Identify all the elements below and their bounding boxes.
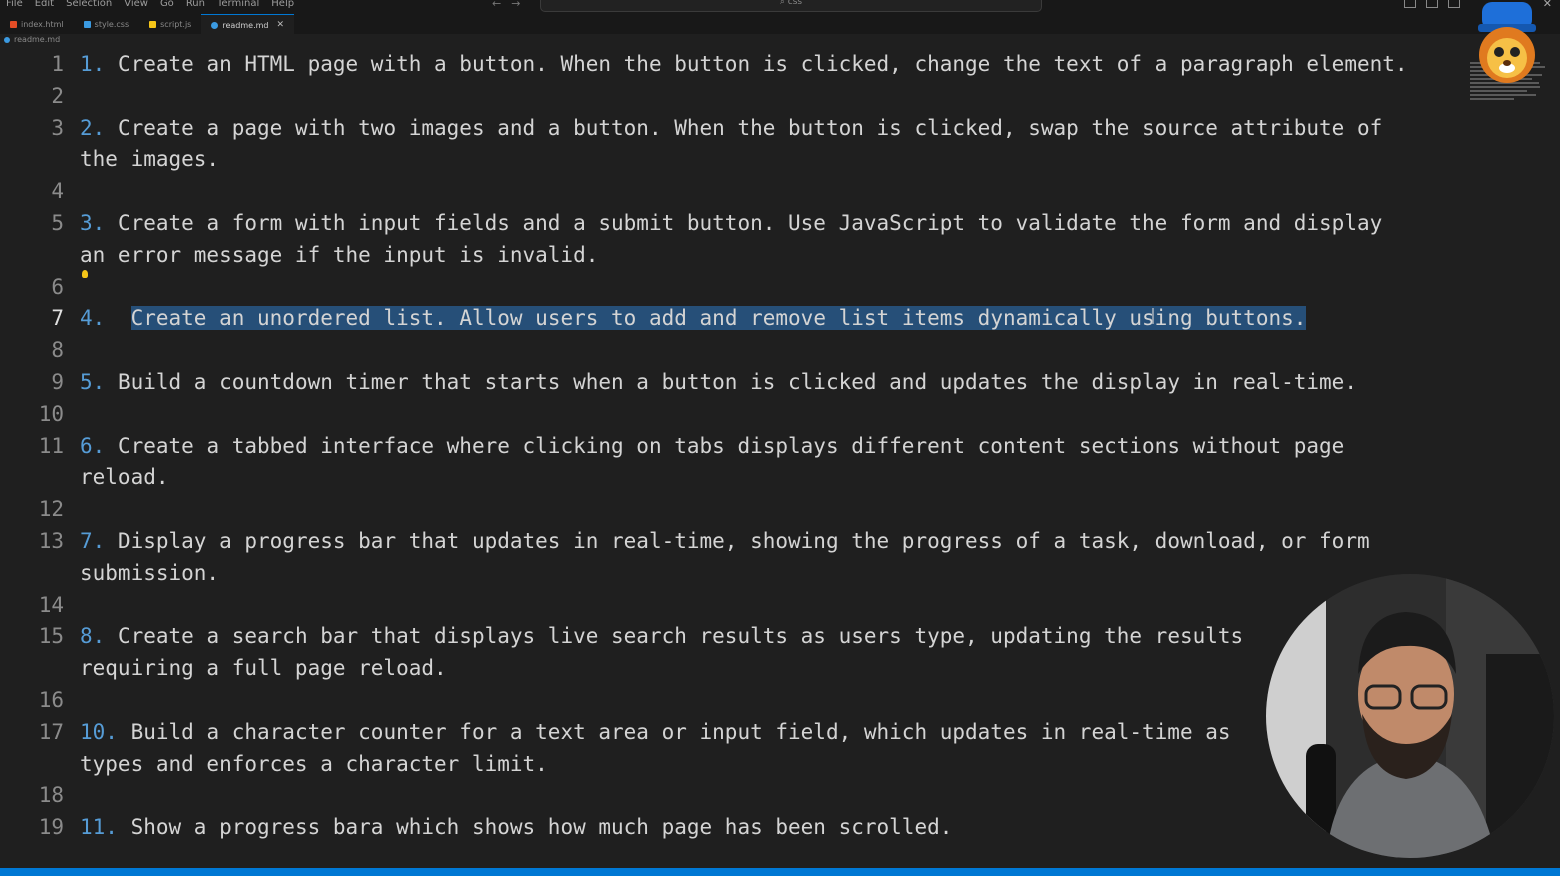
close-window-icon[interactable]: ✕ [1543,0,1552,10]
line-number: 3 [51,115,64,140]
wrapped-line-text: submission. [80,560,220,585]
list-number: 1. [80,52,106,76]
code-line[interactable]: 5. Build a countdown timer that starts w… [80,366,1357,398]
menu-edit[interactable]: Edit [29,0,60,9]
breadcrumb-file[interactable]: readme.md [14,35,60,44]
wrapped-line-text: reload. [80,465,169,490]
line-text: Create a tabbed interface where clicking… [105,433,1345,458]
layout-icon[interactable] [1404,0,1416,8]
line-number: 1 [51,52,64,76]
line-text: Build a character counter for a text are… [117,719,1231,744]
list-number: 7. [80,529,106,553]
editor-tab-bar: index.html style.css script.js readme.md… [0,14,1560,35]
line-number: 6 [51,274,64,299]
code-line[interactable]: 1. Create an HTML page with a button. Wh… [80,48,1408,80]
line-number: 13 [38,529,64,553]
webcam-presenter-video [1266,574,1554,858]
line-number: 12 [38,497,64,522]
code-line[interactable]: 4. Create an unordered list. Allow users… [80,302,1307,334]
list-number: 5. [80,370,106,394]
menu-selection[interactable]: Selection [60,0,118,9]
tab-index-html[interactable]: index.html [0,14,74,34]
line-number: 14 [38,592,64,617]
command-center-text: css [787,0,803,7]
line-number: 15 [38,624,64,649]
code-line[interactable]: 10. Build a character counter for a text… [80,716,1231,748]
line-number: 17 [38,719,64,744]
markdown-file-icon [211,21,219,29]
tab-style-css[interactable]: style.css [74,14,139,34]
list-number: 3. [80,211,106,235]
line-number: 7 [51,306,64,331]
menu-run[interactable]: Run [180,0,211,9]
list-number: 4. [80,306,106,331]
css-file-icon [83,20,91,28]
tab-label: index.html [21,19,64,29]
line-text: Create a form with input fields and a su… [105,211,1383,235]
tab-script-js[interactable]: script.js [139,14,201,34]
layout-controls [1404,0,1460,8]
html-file-icon [10,20,17,28]
nav-arrows-icon[interactable]: ←→ [492,0,530,10]
line-number: 18 [38,783,64,808]
js-file-icon [149,20,157,28]
code-line[interactable]: 8. Create a search bar that displays liv… [80,620,1243,652]
line-number: 9 [51,370,64,394]
code-line[interactable]: 6. Create a tabbed interface where click… [80,430,1344,462]
code-line[interactable]: 2. Create a page with two images and a b… [80,112,1382,144]
search-icon: ⌕ [779,0,788,7]
line-number: 2 [51,83,64,108]
menu-file[interactable]: File [0,0,29,9]
breadcrumb: readme.md [4,35,60,44]
wrapped-line-text: types and enforces a character limit. [80,751,548,776]
line-text: Create an HTML page with a button. When … [105,52,1408,76]
line-number: 10 [38,401,64,426]
code-line[interactable]: 7. Display a progress bar that updates i… [80,525,1370,557]
lion-mascot-avatar [1478,2,1536,83]
line-number: 4 [51,179,64,204]
line-text: Create a search bar that displays live s… [105,624,1244,649]
list-number: 10. [80,719,118,744]
list-number: 2. [80,115,106,140]
panel-icon[interactable] [1426,0,1438,8]
command-center-search[interactable]: ⌕ css [540,0,1042,12]
code-line[interactable]: 11. Show a progress bara which shows how… [80,811,952,843]
line-text: Show a progress bara which shows how muc… [117,815,953,840]
list-number: 11. [80,815,118,840]
line-number: 19 [38,815,64,840]
wrapped-line-text: requiring a full page reload. [80,656,447,681]
list-number: 8. [80,624,106,649]
menu-bar: File Edit Selection View Go Run Terminal… [0,0,1560,14]
text-cursor-icon [1152,308,1154,324]
line-text: Display a progress bar that updates in r… [105,529,1370,553]
lightbulb-icon[interactable] [82,270,88,278]
tab-label: readme.md [222,20,269,30]
wrapped-line-text: an error message if the input is invalid… [80,242,599,267]
line-number: 8 [51,338,64,363]
status-bar [0,868,1560,876]
line-text: Create a page with two images and a butt… [105,115,1383,140]
tab-readme-md[interactable]: readme.md ✕ [201,14,295,35]
list-number: 6. [80,433,106,458]
split-icon[interactable] [1448,0,1460,8]
line-number: 5 [51,211,64,235]
menu-help[interactable]: Help [265,0,300,9]
menu-go[interactable]: Go [154,0,180,9]
wrapped-line-text: the images. [80,147,220,172]
code-line[interactable]: 3. Create a form with input fields and a… [80,207,1382,239]
tab-label: script.js [160,19,192,29]
selected-text: Create an unordered list. Allow users to… [130,306,1307,331]
markdown-file-icon [4,36,10,43]
line-text: Build a countdown timer that starts when… [105,370,1357,394]
tab-label: style.css [94,19,130,29]
line-number: 11 [38,433,64,458]
close-icon[interactable]: ✕ [277,20,285,30]
menu-terminal[interactable]: Terminal [211,0,265,9]
line-number: 16 [38,688,64,712]
menu-view[interactable]: View [118,0,154,9]
